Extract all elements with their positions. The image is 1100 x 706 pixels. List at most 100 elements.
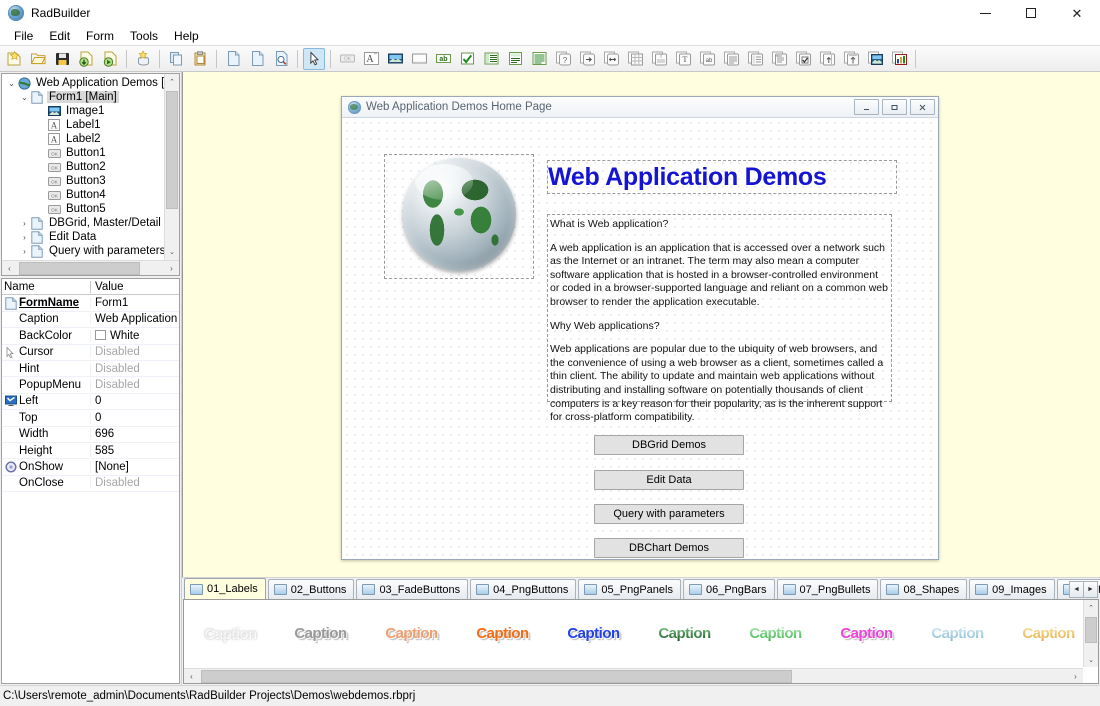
preview-form-icon[interactable]	[270, 48, 292, 70]
dbimage-icon[interactable]	[864, 48, 886, 70]
palette-horizontal-scrollbar[interactable]: ‹ ›	[184, 668, 1083, 683]
property-row-top[interactable]: Top 0	[2, 410, 179, 427]
open-project-icon[interactable]	[27, 48, 49, 70]
tree-node-web-application-demos-proje[interactable]: ⌄ Web Application Demos [Proje	[6, 76, 179, 90]
tab-prev-button[interactable]: ◄	[1069, 581, 1084, 598]
button-control-icon[interactable]: OK	[336, 48, 358, 70]
palette-caption-sample-8[interactable]: Caption	[821, 625, 912, 642]
save-project-icon[interactable]	[51, 48, 73, 70]
tree-scroll-right-button[interactable]: ›	[164, 261, 179, 276]
database-wizard-icon[interactable]	[132, 48, 154, 70]
tab-04_pngbuttons[interactable]: 04_PngButtons	[470, 579, 577, 599]
property-value-cell[interactable]: Disabled	[90, 346, 179, 359]
tab-03_fadebuttons[interactable]: 03_FadeButtons	[356, 579, 469, 599]
tree-node-label1[interactable]: A Label1	[6, 118, 179, 132]
tree-node-button5[interactable]: OK Button5	[6, 202, 179, 216]
tab-08_shapes[interactable]: 08_Shapes	[880, 579, 968, 599]
dbcombobox-icon[interactable]	[768, 48, 790, 70]
tree-vertical-scrollbar[interactable]: ⌃ ⌄	[164, 74, 179, 275]
project-tree-panel[interactable]: ⌄ Web Application Demos [Proje ⌄ Form1 [Mai…	[1, 73, 180, 276]
tree-node-form1-main[interactable]: ⌄ Form1 [Main]	[6, 90, 179, 104]
property-row-left[interactable]: Left 0	[2, 394, 179, 411]
tree-node-label2[interactable]: A Label2	[6, 132, 179, 146]
dbquery-icon[interactable]: ?	[552, 48, 574, 70]
property-value-cell[interactable]: 696	[90, 428, 179, 441]
button4-dbchart-demos[interactable]: DBChart Demos	[594, 538, 744, 558]
menu-file[interactable]: File	[6, 27, 41, 45]
tab-01_labels[interactable]: 01_Labels	[184, 578, 266, 599]
tab-next-button[interactable]: ►	[1083, 581, 1098, 598]
tree-expander-icon[interactable]: ›	[19, 218, 30, 229]
image1-control[interactable]	[384, 154, 534, 279]
property-row-caption[interactable]: Caption Web Application Dem	[2, 312, 179, 329]
tree-scroll-thumb[interactable]	[166, 91, 178, 209]
tree-node-button1[interactable]: OK Button1	[6, 146, 179, 160]
menu-help[interactable]: Help	[166, 27, 207, 45]
tree-node-button3[interactable]: OK Button3	[6, 174, 179, 188]
property-value-cell[interactable]: [None]	[90, 460, 179, 473]
dbfield-icon[interactable]	[600, 48, 622, 70]
panel-control-icon[interactable]	[408, 48, 430, 70]
property-value-cell[interactable]: 0	[90, 395, 179, 408]
property-row-onshow[interactable]: OnShow [None]	[2, 459, 179, 476]
property-value-cell[interactable]: White	[90, 329, 179, 342]
form-restore-button[interactable]	[882, 99, 907, 115]
image-control-icon[interactable]	[384, 48, 406, 70]
menu-edit[interactable]: Edit	[41, 27, 78, 45]
tab-06_pngbars[interactable]: 06_PngBars	[682, 579, 775, 599]
label-control-icon[interactable]: A "	[360, 48, 382, 70]
edit-control-icon[interactable]: ab	[432, 48, 454, 70]
palette-vscroll-thumb[interactable]	[1085, 617, 1097, 643]
property-row-cursor[interactable]: Cursor Disabled	[2, 345, 179, 361]
tree-horizontal-scrollbar[interactable]: ‹ ›	[2, 260, 179, 275]
dbnavigate-icon[interactable]	[576, 48, 598, 70]
memo-control-icon[interactable]	[528, 48, 550, 70]
tree-expander-icon[interactable]: ⌄	[19, 92, 30, 103]
palette-caption-sample-6[interactable]: Caption	[639, 625, 730, 642]
palette-hscroll-thumb[interactable]	[201, 669, 792, 683]
property-value-cell[interactable]: Disabled	[90, 362, 179, 375]
palette-preview-panel[interactable]: Caption Caption Caption Caption Caption Capti…	[183, 599, 1099, 684]
form-design-window[interactable]: Web Application Demos Home Page Web Appl…	[341, 96, 939, 560]
close-button[interactable]: ✕	[1054, 0, 1100, 26]
tab-07_pngbullets[interactable]: 07_PngBullets	[776, 579, 879, 599]
label2-body[interactable]: What is Web application? A web applicati…	[547, 214, 892, 423]
tree-expander-icon[interactable]: ›	[19, 246, 30, 257]
checkbox-control-icon[interactable]	[456, 48, 478, 70]
property-row-onclose[interactable]: OnClose Disabled	[2, 476, 179, 493]
property-row-backcolor[interactable]: BackColor White	[2, 328, 179, 345]
menu-tools[interactable]: Tools	[122, 27, 166, 45]
property-value-cell[interactable]: 0	[90, 411, 179, 424]
property-row-width[interactable]: Width 696	[2, 427, 179, 443]
property-value-cell[interactable]: Disabled	[90, 477, 179, 490]
property-row-height[interactable]: Height 585	[2, 443, 179, 460]
tree-node-dbgrid-master-detail-and[interactable]: › DBGrid, Master/Detail and	[6, 216, 179, 230]
palette-scroll-up-button[interactable]: ⌃	[1084, 600, 1098, 615]
tree-node-query-with-parameters[interactable]: › Query with parameters	[6, 244, 179, 258]
palette-caption-sample-3[interactable]: Caption	[366, 625, 457, 642]
dblistbox-icon[interactable]	[744, 48, 766, 70]
form-canvas[interactable]: Web Application Demos What is Web applic…	[342, 118, 938, 559]
palette-scroll-right-button[interactable]: ›	[1068, 669, 1083, 684]
tree-expander-icon[interactable]: ⌄	[6, 78, 17, 89]
form-close-button[interactable]	[910, 99, 935, 115]
tree-scroll-left-button[interactable]: ‹	[2, 261, 17, 276]
dbtable-icon[interactable]: T	[648, 48, 670, 70]
maximize-button[interactable]	[1008, 0, 1054, 26]
palette-caption-sample-1[interactable]: Caption	[184, 625, 275, 642]
listbox-control-icon[interactable]	[480, 48, 502, 70]
dbcheckbox-icon[interactable]	[792, 48, 814, 70]
new-form-icon[interactable]	[222, 48, 244, 70]
palette-hscroll-track[interactable]	[199, 669, 1068, 684]
tree-node-button2[interactable]: OK Button2	[6, 160, 179, 174]
tree-hscroll-track[interactable]	[17, 261, 164, 276]
property-row-popupmenu[interactable]: PopupMenu Disabled	[2, 377, 179, 394]
tree-expander-icon[interactable]: ›	[19, 232, 30, 243]
form-minimize-button[interactable]	[854, 99, 879, 115]
dbchart-icon[interactable]	[888, 48, 910, 70]
tab-09_images[interactable]: 09_Images	[969, 579, 1055, 599]
tree-scroll-up-button[interactable]: ⌃	[165, 74, 179, 89]
run-icon[interactable]	[99, 48, 121, 70]
properties-panel[interactable]: Name Value FormName Form1 Caption Web Appli…	[1, 278, 180, 684]
button2-edit-data[interactable]: Edit Data	[594, 470, 744, 490]
